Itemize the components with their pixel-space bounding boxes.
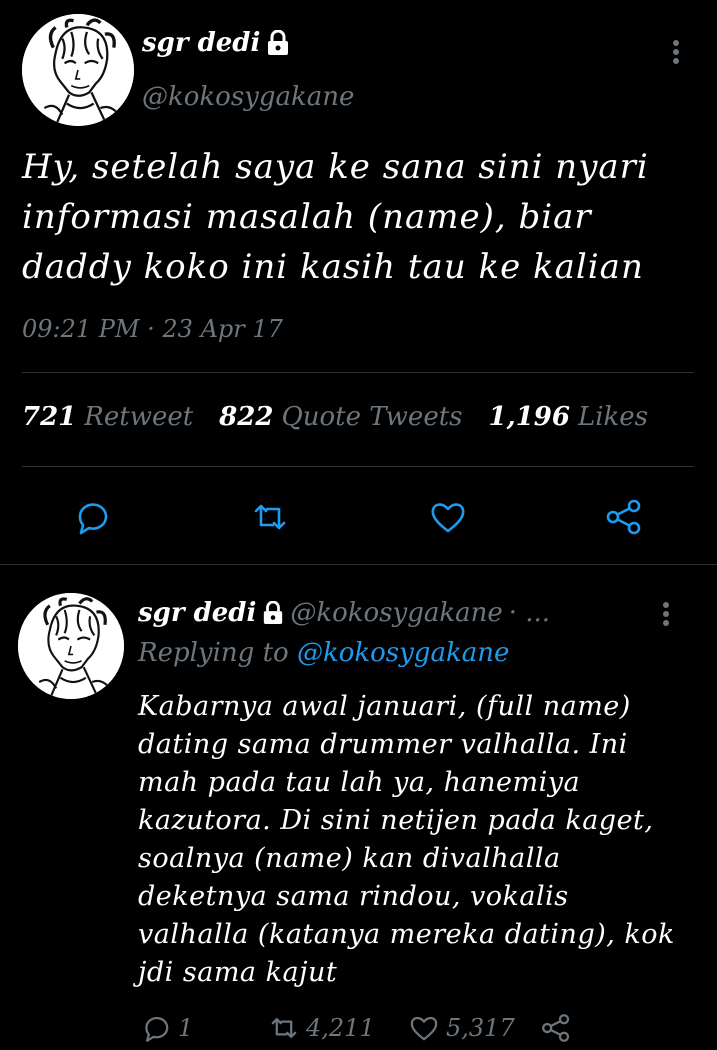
like-count[interactable]: 1,196 Likes	[489, 402, 649, 432]
like-count-label: Likes	[577, 402, 649, 432]
reply-action-bar: 1 4,211 5,317	[140, 1012, 572, 1044]
retweet-count-value: 721	[22, 402, 77, 432]
author-name[interactable]: sgr dedi	[142, 28, 290, 58]
retweet-icon	[271, 1018, 297, 1038]
share-button[interactable]	[540, 1012, 572, 1044]
avatar[interactable]	[18, 593, 124, 699]
replying-to: Replying to @kokosygakane	[138, 638, 509, 668]
author-name[interactable]: sgr dedi	[138, 598, 256, 628]
tweet-text: Kabarnya awal januari, (full name) datin…	[138, 691, 675, 988]
reply-icon	[145, 1016, 169, 1042]
quote-count-value: 822	[219, 402, 274, 432]
more-options-icon[interactable]	[664, 38, 688, 66]
tweet-timestamp[interactable]: 09:21 PM · 23 Apr 17	[22, 315, 283, 343]
lock-icon	[264, 601, 283, 624]
reply-header: sgr dedi @kokosygakane · ...	[138, 598, 550, 628]
avatar-illustration	[18, 593, 124, 699]
quote-count-label: Quote Tweets	[281, 402, 463, 432]
author-handle[interactable]: @kokosygakane	[142, 82, 354, 112]
like-icon[interactable]	[428, 497, 468, 537]
reply-icon[interactable]	[72, 497, 112, 537]
like-icon	[410, 1016, 438, 1041]
retweet-button[interactable]: 4,211	[268, 1012, 408, 1044]
replying-to-handle[interactable]: @kokosygakane	[297, 638, 509, 668]
author-handle[interactable]: @kokosygakane	[290, 598, 502, 628]
retweet-count[interactable]: 721 Retweet	[22, 402, 193, 432]
section-divider	[0, 564, 717, 565]
quote-count[interactable]: 822 Quote Tweets	[219, 402, 462, 432]
tweet-text: Hy, setelah saya ke sana sini nyari info…	[22, 147, 649, 287]
retweet-count-label: Retweet	[84, 402, 194, 432]
lock-icon	[268, 30, 289, 55]
divider	[22, 372, 694, 373]
reply-button[interactable]: 1	[140, 1012, 268, 1044]
retweet-count: 4,211	[306, 1014, 375, 1042]
like-button[interactable]: 5,317	[408, 1012, 540, 1044]
more-options-icon[interactable]	[654, 600, 678, 628]
retweet-icon[interactable]	[250, 497, 290, 537]
avatar[interactable]	[22, 14, 134, 126]
like-count-value: 1,196	[488, 402, 570, 432]
tweet-stats: 721 Retweet 822 Quote Tweets 1,196 Likes	[22, 402, 674, 432]
share-icon[interactable]	[604, 497, 644, 537]
reply-count: 1	[178, 1014, 194, 1042]
share-icon	[542, 1014, 570, 1042]
like-count: 5,317	[446, 1014, 515, 1042]
tweet-meta: · ...	[508, 598, 551, 628]
replying-to-label: Replying to	[138, 638, 289, 668]
avatar-illustration	[22, 14, 134, 126]
divider	[22, 466, 694, 467]
author-name-text: sgr dedi	[142, 28, 261, 58]
